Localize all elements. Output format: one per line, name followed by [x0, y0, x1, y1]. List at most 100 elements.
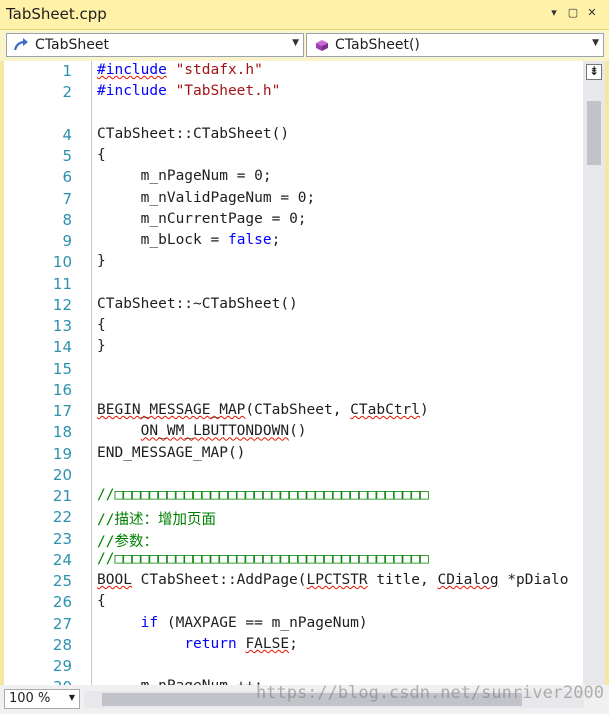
chevron-down-icon[interactable]: ▼	[592, 38, 599, 48]
code-line[interactable]: 13 {	[4, 316, 605, 337]
code-line[interactable]: 22 //描述：增加页面	[4, 507, 605, 528]
code-line[interactable]: 6 m_nPageNum = 0;	[4, 167, 605, 188]
line-number: 10	[52, 253, 72, 272]
code-text: //参数：	[97, 530, 158, 551]
maximize-icon[interactable]: ▢	[565, 5, 581, 21]
close-icon[interactable]: ✕	[584, 5, 600, 21]
code-line[interactable]: 12 CTabSheet::~CTabSheet()	[4, 295, 605, 316]
code-token: ;	[289, 635, 298, 652]
code-line[interactable]: 10}	[4, 252, 605, 273]
code-line[interactable]	[4, 104, 605, 125]
code-text: }	[97, 253, 106, 269]
vertical-scrollbar[interactable]: ⇟	[583, 61, 605, 685]
line-number: 11	[52, 274, 72, 293]
code-line[interactable]: 18 ON_WM_LBUTTONDOWN()	[4, 422, 605, 443]
code-token: 0;	[289, 189, 316, 206]
code-text: BEGIN_MESSAGE_MAP(CTabSheet, CTabCtrl)	[97, 402, 429, 418]
code-line[interactable]: 21 //□□□□□□□□□□□□□□□□□□□□□□□□□□□□□□□□□□□□	[4, 486, 605, 507]
code-token: *pDialo	[498, 572, 569, 588]
code-text: CTabSheet::~CTabSheet()	[97, 296, 298, 312]
code-token: false	[227, 232, 272, 248]
code-text: if (MAXPAGE == m_nPageNum)	[97, 615, 368, 631]
line-number: 6	[62, 168, 72, 187]
code-token: CDialog	[437, 572, 499, 588]
code-token: =	[210, 232, 220, 248]
line-number: 27	[52, 614, 72, 633]
code-line[interactable]: 20	[4, 465, 605, 486]
code-text: m_bLock = false;	[97, 232, 281, 248]
line-number: 15	[52, 359, 72, 378]
method-icon	[316, 40, 328, 51]
code-line[interactable]: 26 {	[4, 592, 605, 613]
code-text: m_nPageNum ++;	[97, 678, 263, 685]
chevron-down-icon[interactable]: ▼	[69, 693, 75, 702]
code-line[interactable]: 5{	[4, 146, 605, 167]
code-text: END_MESSAGE_MAP()	[97, 445, 245, 461]
code-token: //□□□□□□□□□□□□□□□□□□□□□□□□□□□□□□□□□□□□	[97, 487, 429, 503]
code-line[interactable]: 8 m_nCurrentPage = 0;	[4, 210, 605, 231]
code-token: {	[97, 147, 106, 163]
dropdown-icon[interactable]: ▾	[546, 5, 562, 21]
code-line[interactable]: 27 if (MAXPAGE == m_nPageNum)	[4, 614, 605, 635]
line-number: 14	[52, 338, 72, 357]
code-token: )	[420, 402, 429, 418]
line-number: 8	[62, 210, 72, 229]
code-line[interactable]: 14}	[4, 337, 605, 358]
code-line[interactable]: 23 //参数：	[4, 529, 605, 550]
code-text: CTabSheet::CTabSheet()	[97, 126, 289, 142]
code-token: (CTabSheet,	[245, 402, 351, 418]
line-number: 2	[62, 83, 72, 102]
code-token: "stdafx.h"	[175, 62, 263, 78]
code-text: BOOL CTabSheet::AddPage(LPCTSTR title, C…	[97, 572, 568, 588]
line-number: 22	[52, 508, 72, 527]
code-token: }	[97, 338, 106, 355]
class-combo[interactable]: CTabSheet ▼	[6, 33, 304, 57]
code-token: FALSE	[245, 635, 290, 652]
line-number: 26	[52, 593, 72, 612]
line-number: 16	[52, 380, 72, 399]
line-number: 1	[62, 62, 72, 80]
code-text: m_nValidPageNum = 0;	[97, 189, 316, 206]
code-token: CTabCtrl	[350, 402, 421, 418]
code-line[interactable]: 9 m_bLock = false;	[4, 231, 605, 252]
code-line[interactable]: 1 #include "stdafx.h"	[4, 61, 605, 82]
code-text: m_nCurrentPage = 0;	[97, 211, 307, 227]
line-number: 12	[52, 295, 72, 314]
line-number: 19	[52, 444, 72, 463]
code-token: m_bLock	[97, 232, 211, 248]
line-number: 13	[52, 317, 72, 335]
code-token: }	[97, 253, 106, 270]
line-number: 24	[52, 550, 72, 569]
code-line[interactable]: 28 return FALSE;	[4, 635, 605, 656]
code-line[interactable]: 11	[4, 274, 605, 295]
code-line[interactable]: 2 #include "TabSheet.h"	[4, 82, 605, 103]
code-token: (MAXPAGE == m_nPageNum)	[158, 614, 368, 631]
code-line[interactable]: 25 BOOL CTabSheet::AddPage(LPCTSTR title,…	[4, 571, 605, 592]
code-editor[interactable]: 1 #include "stdafx.h" 2 #include "TabSheet.…	[4, 61, 605, 685]
code-token: ()	[227, 444, 246, 461]
chevron-down-icon[interactable]: ▼	[292, 38, 299, 48]
line-number: 9	[62, 232, 72, 250]
line-number: 20	[52, 465, 72, 484]
code-token: =	[280, 189, 290, 206]
code-text: }	[97, 338, 106, 354]
zoom-combo[interactable]: 100 % ▼	[4, 689, 80, 709]
code-token: #include	[97, 83, 167, 100]
code-line[interactable]: 15	[4, 359, 605, 380]
code-line[interactable]: 17 BEGIN_MESSAGE_MAP(CTabSheet, CTabCtrl)	[4, 401, 605, 422]
split-handle-icon[interactable]: ⇟	[586, 64, 602, 80]
code-token: //参数：	[97, 533, 158, 550]
member-combo[interactable]: CTabSheet() ▼	[306, 33, 604, 57]
code-line[interactable]: 4 CTabSheet::CTabSheet()	[4, 125, 605, 146]
vertical-scroll-thumb[interactable]	[587, 101, 601, 165]
code-line[interactable]: 19 END_MESSAGE_MAP()	[4, 444, 605, 465]
code-token: //描述：增加页面	[97, 512, 216, 529]
code-text: //□□□□□□□□□□□□□□□□□□□□□□□□□□□□□□□□□□□□	[97, 551, 429, 567]
code-line[interactable]: 24 //□□□□□□□□□□□□□□□□□□□□□□□□□□□□□□□□□□□□	[4, 550, 605, 571]
code-line[interactable]: 29	[4, 656, 605, 677]
code-line[interactable]: 16	[4, 380, 605, 401]
code-line[interactable]: 7 m_nValidPageNum = 0;	[4, 189, 605, 210]
line-number: 28	[52, 635, 72, 654]
